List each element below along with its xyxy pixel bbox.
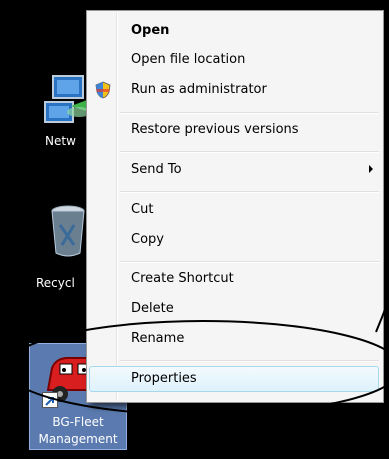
desktop: Netw Recycl BG-Fleet Management Open Ope… (0, 0, 389, 459)
annotation-ellipse (4, 299, 389, 416)
